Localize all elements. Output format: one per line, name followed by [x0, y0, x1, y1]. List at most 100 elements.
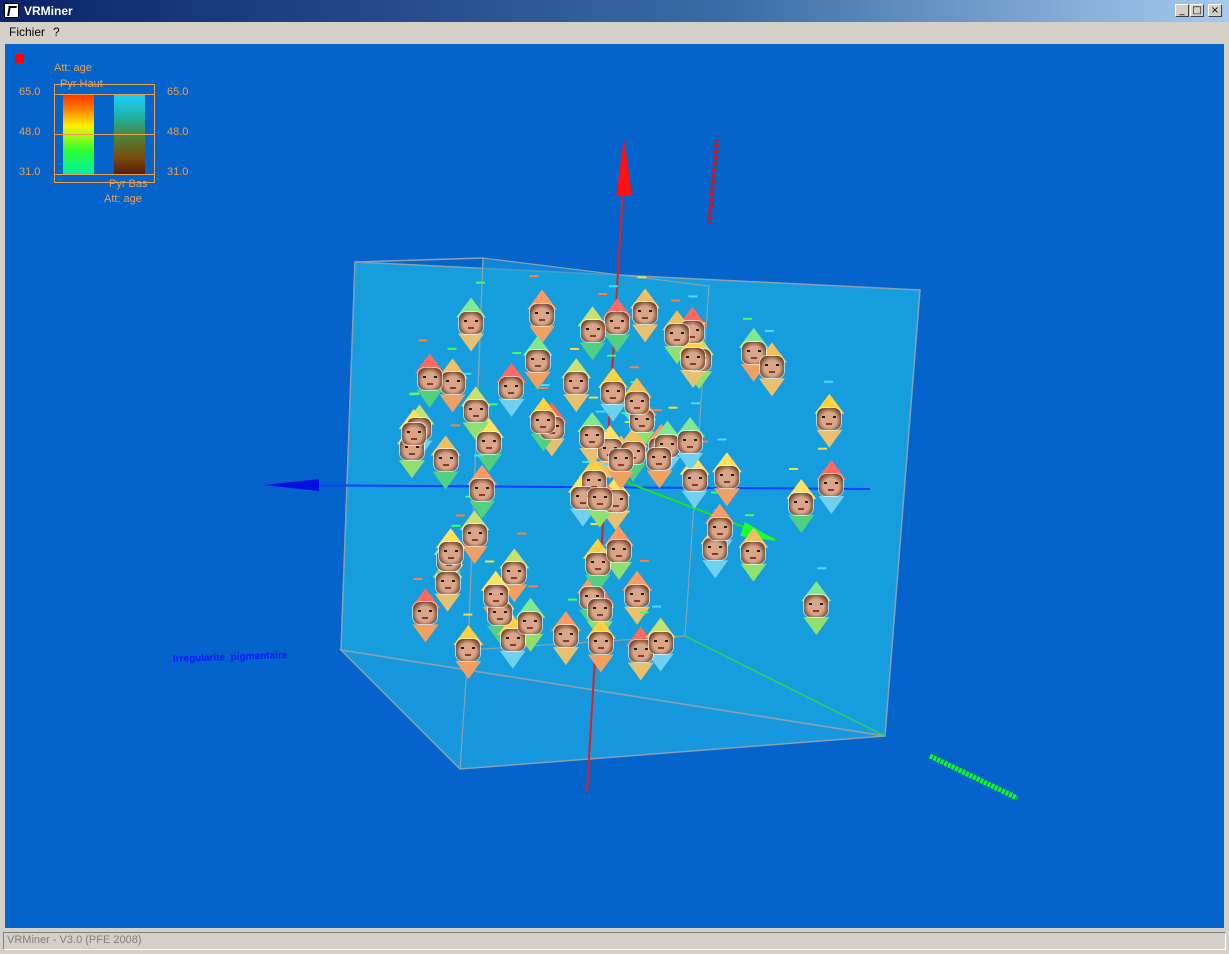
face-icon[interactable]: [531, 411, 556, 434]
face-icon[interactable]: [463, 400, 488, 423]
glyph-tag: [528, 585, 538, 588]
face-icon[interactable]: [518, 611, 543, 634]
app-icon[interactable]: [4, 3, 19, 18]
face-icon[interactable]: [580, 426, 605, 449]
z-axis-label-glyph: [928, 753, 1019, 801]
glyph-tag: [409, 393, 419, 396]
glyph-tag: [818, 447, 828, 450]
3d-viewport[interactable]: Irregularite_pigmentaire Att: age Pyr Ha…: [5, 44, 1224, 928]
legend-tick-right: 48.0: [167, 126, 189, 138]
face-icon[interactable]: [624, 391, 649, 414]
glyph-tag: [596, 410, 606, 413]
glyph-tag: [512, 352, 522, 355]
face-icon[interactable]: [703, 538, 728, 561]
glyph-tag: [597, 293, 607, 296]
minimize-button[interactable]: _: [1175, 4, 1189, 17]
face-icon[interactable]: [585, 552, 610, 575]
face-icon[interactable]: [804, 595, 829, 618]
glyph-tag: [671, 299, 681, 302]
face-icon[interactable]: [609, 449, 634, 472]
y-axis-arrow: [616, 138, 632, 196]
glyph-tag: [539, 386, 549, 389]
legend-tick-right: 65.0: [167, 86, 189, 98]
menu-help[interactable]: ?: [53, 25, 60, 39]
face-icon[interactable]: [401, 423, 426, 446]
status-bar: VRMiner - V3.0 (PFE 2008): [3, 932, 1226, 950]
glyph-tag: [567, 598, 577, 601]
glyph-tag: [413, 577, 423, 580]
close-button[interactable]: ×: [1208, 4, 1222, 17]
face-icon[interactable]: [665, 324, 690, 347]
face-icon[interactable]: [435, 571, 460, 594]
face-icon[interactable]: [606, 539, 631, 562]
face-icon[interactable]: [440, 372, 465, 395]
face-icon[interactable]: [633, 302, 658, 325]
face-icon[interactable]: [587, 599, 612, 622]
face-icon[interactable]: [470, 478, 495, 501]
glyph-tag: [637, 276, 647, 279]
face-icon[interactable]: [681, 347, 706, 370]
glyph-tag: [540, 384, 550, 387]
face-icon[interactable]: [819, 474, 844, 497]
face-icon[interactable]: [499, 376, 524, 399]
glyph-tag: [607, 354, 617, 357]
face-icon[interactable]: [530, 303, 555, 326]
glyph-tag: [451, 524, 461, 527]
face-icon[interactable]: [525, 349, 550, 372]
face-icon[interactable]: [456, 638, 481, 661]
face-icon[interactable]: [413, 602, 438, 625]
x-axis-arrow: [263, 479, 319, 491]
glyph-tag: [474, 454, 484, 457]
glyph-tag: [475, 281, 485, 284]
face-icon[interactable]: [678, 430, 703, 453]
face-icon[interactable]: [487, 603, 512, 626]
face-icon[interactable]: [417, 367, 442, 390]
legend-tick-left: 48.0: [19, 126, 41, 138]
face-icon[interactable]: [433, 449, 458, 472]
face-icon[interactable]: [648, 631, 673, 654]
face-icon[interactable]: [714, 466, 739, 489]
glyph-tag: [418, 339, 428, 342]
glyph-tag: [639, 559, 649, 562]
face-icon[interactable]: [625, 584, 650, 607]
maximize-button[interactable]: □: [1190, 4, 1204, 17]
x-axis-label: Irregularite_pigmentaire: [173, 650, 288, 665]
glyph-tag: [817, 567, 827, 570]
face-icon[interactable]: [587, 487, 612, 510]
face-icon[interactable]: [502, 562, 527, 585]
legend-bottom-attribute: Att: age: [104, 193, 142, 205]
face-icon[interactable]: [707, 517, 732, 540]
face-icon[interactable]: [682, 468, 707, 491]
face-icon[interactable]: [601, 381, 625, 404]
face-icon[interactable]: [564, 372, 589, 395]
legend-line-mid: [54, 134, 155, 135]
face-icon[interactable]: [438, 542, 463, 565]
glyph-tag: [529, 275, 539, 278]
face-icon[interactable]: [789, 492, 814, 515]
face-icon[interactable]: [741, 541, 766, 564]
glyph-tag: [745, 514, 755, 517]
glyph-tag: [824, 380, 834, 383]
glyph-tag: [447, 347, 457, 350]
title-bar[interactable]: VRMiner _ □ ×: [0, 0, 1229, 22]
legend-bottom-label: Pyr Bas: [109, 178, 148, 190]
face-icon[interactable]: [817, 407, 842, 430]
face-icon[interactable]: [459, 311, 484, 334]
glyph-tag: [570, 347, 580, 350]
face-icon[interactable]: [759, 356, 784, 379]
face-icon[interactable]: [553, 625, 578, 648]
menu-bar: Fichier ?: [0, 22, 1229, 42]
face-icon[interactable]: [588, 632, 613, 655]
face-icon[interactable]: [483, 584, 508, 607]
face-icon[interactable]: [647, 448, 672, 471]
legend-tick-left: 65.0: [19, 86, 41, 98]
glyph-tag: [485, 560, 495, 563]
y-axis-label-glyph: [707, 139, 719, 225]
glyph-tag: [463, 613, 473, 616]
face-icon[interactable]: [605, 312, 630, 335]
menu-fichier[interactable]: Fichier: [9, 25, 45, 39]
glyph-tag: [629, 366, 639, 369]
face-icon[interactable]: [462, 524, 487, 547]
face-icon[interactable]: [476, 431, 501, 454]
face-icon[interactable]: [580, 320, 605, 343]
